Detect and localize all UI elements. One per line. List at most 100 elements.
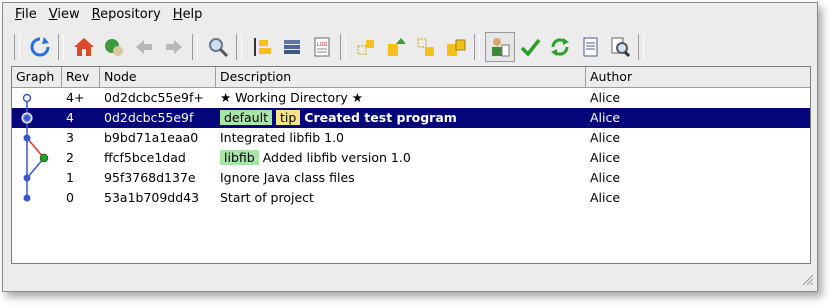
table-row[interactable]: 1 95f3768d137e Ignore Java class files Alic… [12,168,810,188]
toolbar-separator [340,34,346,60]
status-bar [3,265,817,289]
refresh-button[interactable] [25,32,55,62]
description-cell: default tip Created test program [216,108,586,128]
check-button[interactable] [515,32,545,62]
description-text: Integrated libfib 1.0 [220,130,344,145]
author-cell: Alice [590,170,621,185]
rev-cell: 3 [66,130,74,145]
description-text: ★ Working Directory ★ [220,90,363,105]
node-cell: 95f3768d137e [104,170,196,185]
column-header-rev[interactable]: Rev [62,67,100,87]
menu-view[interactable]: View [43,3,86,27]
table-row[interactable]: 4+ 0d2dcbc55e9f+ ★ Working Directory ★ Alic… [12,88,810,108]
merge-icon [357,40,374,55]
document-button[interactable] [575,32,605,62]
user-icon [492,38,510,57]
branch-tag: default [220,110,272,125]
description-text: Added libfib version 1.0 [262,150,411,165]
description-cell: libfib Added libfib version 1.0 [216,148,586,168]
stack-button[interactable] [277,32,307,62]
push-button[interactable] [441,32,471,62]
document-icon [583,37,598,57]
rev-cell: 2 [66,150,74,165]
user-button[interactable] [485,32,515,62]
graph-node-branch [39,153,49,163]
table-body: 4+ 0d2dcbc55e9f+ ★ Working Directory ★ Alic… [12,88,810,208]
rev-cell: 4 [66,110,74,125]
toolbar-separator [192,34,198,60]
author-cell: Alice [590,90,621,105]
description-cell: Start of project [216,188,586,208]
commit-up-button[interactable] [381,32,411,62]
resize-grip-icon[interactable] [801,273,813,285]
node-cell: 53a1b709dd43 [104,190,200,205]
description-cell: ★ Working Directory ★ [216,88,586,108]
branch-tag: libfib [220,150,259,165]
author-cell: Alice [590,190,621,205]
menu-bar: File View Repository Help [3,3,817,27]
menu-file[interactable]: File [3,3,43,27]
check-icon [520,38,541,57]
rev-cell: 1 [66,170,74,185]
toolbar-grip[interactable] [14,34,20,60]
toolbar-separator [474,34,480,60]
inspect-icon [611,37,631,58]
commit-up-icon [388,38,406,56]
node-cell: 0d2dcbc55e9f+ [104,90,204,105]
description-cell: Ignore Java class files [216,168,586,188]
update-button[interactable] [411,32,441,62]
tip-tag: tip [275,110,301,125]
svg-text:LOG: LOG [317,42,328,48]
sync-button[interactable] [545,32,575,62]
rev-cell: 0 [66,190,74,205]
node-cell: ffcf5bce1dad [104,150,186,165]
node-cell: b9bd71a1eaa0 [104,130,199,145]
home-button[interactable] [69,32,99,62]
search-icon [209,38,229,58]
stack-icon [284,40,300,54]
graph-button[interactable] [247,32,277,62]
update-icon [417,38,434,56]
revision-graph [21,93,49,202]
node-cell: 0d2dcbc55e9f [104,110,194,125]
merge-button[interactable] [351,32,381,62]
push-icon [447,39,466,56]
graph-node-selected-core [24,115,30,121]
graph-node [23,134,31,142]
revision-table: Graph Rev Node Description Author 4+ 0d2d… [11,66,811,264]
menu-help[interactable]: Help [167,3,209,27]
description-text: Ignore Java class files [220,170,355,185]
pull-button[interactable] [99,32,129,62]
table-row[interactable]: 4 0d2dcbc55e9f default tip Created test prog… [12,108,810,128]
column-header-graph[interactable]: Graph [12,67,62,87]
toolbar-grip-end [638,34,644,60]
log-button[interactable]: LOG [307,32,337,62]
table-row[interactable]: 2 ffcf5bce1dad libfib Added libfib version … [12,148,810,168]
refresh-icon [30,37,50,57]
toolbar-separator [58,34,64,60]
author-cell: Alice [590,150,621,165]
back-button[interactable] [129,32,159,62]
log-icon: LOG [314,37,330,57]
column-header-node[interactable]: Node [100,67,216,87]
graph-node [23,194,31,202]
description-text: Created test program [304,110,457,125]
author-cell: Alice [590,110,621,125]
home-icon [74,38,94,56]
graph-node-working [22,93,32,103]
author-cell: Alice [590,130,621,145]
branch-graph-icon [254,38,271,56]
back-arrow-icon [136,40,152,54]
forward-arrow-icon [166,40,182,54]
forward-button[interactable] [159,32,189,62]
table-header: Graph Rev Node Description Author [12,67,810,88]
table-row[interactable]: 3 b9bd71a1eaa0 Integrated libfib 1.0 Alice [12,128,810,148]
toolbar: LOG [3,29,817,65]
column-header-author[interactable]: Author [586,67,808,87]
menu-repository[interactable]: Repository [86,3,167,27]
inspect-button[interactable] [605,32,635,62]
table-row[interactable]: 0 53a1b709dd43 Start of project Alice [12,188,810,208]
column-header-description[interactable]: Description [216,67,586,87]
description-text: Start of project [220,190,314,205]
search-button[interactable] [203,32,233,62]
